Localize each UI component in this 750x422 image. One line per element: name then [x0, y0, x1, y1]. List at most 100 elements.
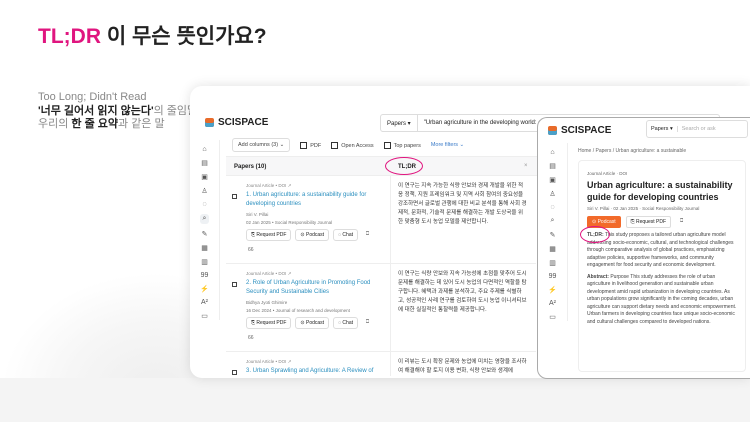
sidebar-icon[interactable]: ⌂	[550, 149, 554, 156]
tldr-cell: 이 리뷰는 도시 확장 문제와 농업에 미치는 영향을 조사하여 해결해야 할 …	[398, 359, 527, 374]
subtitle: Too Long; Didn't Read '너무 길어서 읽지 않는다'의 줄…	[38, 91, 197, 132]
bookmark-icon[interactable]: ⎕	[362, 317, 373, 329]
paper-authors: Bidhya Jyoti Ghimire	[246, 300, 288, 305]
more-filters-button[interactable]: More filters ⌄	[431, 142, 464, 148]
highlight-circle	[580, 226, 610, 243]
sidebar-icon[interactable]: ⌕	[551, 217, 555, 225]
subtitle-a: 우리의	[38, 118, 72, 130]
logo-icon	[205, 118, 214, 127]
sidebar: ⌂ ▤ ▣ ♙ ◌ ⌕ ✎ ▦ ▥ 99 ⚡ A² ▭	[538, 143, 568, 321]
close-column-icon[interactable]: ×	[524, 163, 528, 169]
sidebar-icon[interactable]: ▤	[549, 162, 556, 170]
row-checkbox[interactable]	[232, 282, 237, 287]
row-checkbox[interactable]	[232, 194, 237, 199]
abstract: Abstract: Purpose This study addresses t…	[587, 274, 737, 327]
sidebar-icon[interactable]: ▣	[549, 176, 556, 184]
abstract-text: Purpose This study addresses the role of…	[587, 273, 737, 325]
abstract-label: Abstract:	[587, 273, 609, 280]
subtitle-rest2: 과 같은 말	[118, 118, 165, 130]
search-type-select[interactable]: Papers ▾	[647, 126, 678, 132]
results-list: Journal Article • DOI ↗ 1. Urban agricul…	[226, 176, 536, 378]
page-headline: TL;DR 이 무슨 뜻인가요?	[38, 20, 267, 50]
chat-button[interactable]: ◌ Chat	[333, 229, 358, 241]
paper-title-link[interactable]: 3. Urban Sprawling and Agriculture: A Re…	[246, 367, 376, 376]
breadcrumb[interactable]: Home / Papers / Urban agriculture: a sus…	[578, 148, 686, 154]
headline-rest: 이 무슨 뜻인가요?	[100, 25, 267, 48]
highlight-circle	[385, 157, 423, 175]
search-input[interactable]: Search or ask	[678, 126, 720, 132]
paper-detail-card: Journal Article · DOI Urban agriculture:…	[578, 160, 746, 372]
paper-byline: Siri V. Pillai · 02 Jan 2025 · Social Re…	[587, 206, 700, 211]
paper-detail-window: SCISPACE Papers ▾ Search or ask ⌂ ▤ ▣ ♙ ◌ ⌕ ✎ ▦ ▥…	[537, 117, 750, 379]
sidebar-icon[interactable]: ♙	[201, 187, 207, 195]
sidebar-icon[interactable]: 99	[201, 272, 209, 279]
paper-title: Urban agriculture: a sustainability guid…	[587, 180, 733, 202]
chat-button[interactable]: ◌ Chat	[333, 317, 358, 329]
sidebar-icon[interactable]: ◌	[202, 201, 206, 208]
brand-name: SCISPACE	[218, 117, 269, 128]
podcast-button[interactable]: ⊙ Podcast	[295, 317, 330, 329]
subtitle-bold: '너무 길어서 읽지 않는다'	[38, 104, 154, 117]
open-access-filter[interactable]: Open Access	[331, 142, 373, 149]
brand-name: SCISPACE	[561, 125, 612, 136]
request-pdf-button[interactable]: ⎘ Request PDF	[246, 229, 292, 241]
sidebar-icon[interactable]: ✎	[550, 231, 556, 239]
table-row: Journal Article • DOI ↗ 1. Urban agricul…	[226, 176, 536, 264]
sidebar-icon[interactable]: ⌕	[199, 214, 210, 224]
scispace-logo[interactable]: SCISPACE	[548, 125, 611, 136]
sidebar-icon[interactable]: ▦	[201, 244, 208, 252]
sidebar-icon[interactable]: ▥	[549, 259, 556, 267]
sidebar-icon[interactable]: ▭	[201, 312, 208, 320]
paper-date-journal: 16 Dec 2024 • Journal of research and de…	[246, 308, 350, 313]
sidebar-icon[interactable]: A²	[549, 300, 556, 307]
paper-meta: Journal Article • DOI ↗	[246, 359, 292, 364]
sidebar-icon[interactable]: ▥	[201, 258, 208, 266]
logo-icon	[548, 126, 557, 135]
papers-column-header[interactable]: Papers (10)	[234, 164, 266, 170]
subtitle-bold2: 한 줄 요약	[71, 118, 119, 130]
paper-title-link[interactable]: 1. Urban agriculture: a sustainability g…	[246, 191, 376, 209]
sidebar-icon[interactable]: A²	[201, 299, 208, 306]
paper-meta: Journal Article • DOI ↗	[246, 183, 292, 188]
sidebar-icon[interactable]: ⚡	[548, 286, 557, 294]
paper-date-journal: 02 Jan 2025 • Social Responsibility Jour…	[246, 220, 333, 225]
podcast-button[interactable]: ⊙ Podcast	[295, 229, 330, 241]
paper-type: Journal Article · DOI	[587, 171, 628, 176]
sidebar-icon[interactable]: ▦	[549, 245, 556, 253]
row-checkbox[interactable]	[232, 370, 237, 375]
paper-title-link[interactable]: 2. Role of Urban Agriculture in Promotin…	[246, 279, 376, 297]
table-row: Journal Article • DOI ↗ 2. Role of Urban…	[226, 264, 536, 352]
search-type-select[interactable]: Papers ▾	[381, 115, 418, 131]
top-papers-filter[interactable]: Top papers	[384, 142, 421, 149]
sidebar-icon[interactable]: 99	[549, 273, 557, 280]
sidebar-icon[interactable]: ⚡	[200, 285, 209, 293]
sidebar-icon[interactable]: ▤	[201, 159, 208, 167]
bookmark-icon[interactable]: ⎕	[676, 216, 687, 228]
scispace-logo[interactable]: SCISPACE	[205, 117, 268, 128]
request-pdf-button[interactable]: ⎘ Request PDF	[625, 216, 672, 228]
headline-accent: TL;DR	[38, 25, 101, 48]
cite-button[interactable]: 66	[248, 247, 254, 253]
bookmark-icon[interactable]: ⎕	[362, 229, 373, 241]
filter-bar: Add columns (3) ⌄ PDF Open Access Top pa…	[232, 138, 464, 152]
pdf-filter[interactable]: PDF	[300, 142, 321, 149]
sidebar: ⌂ ▤ ▣ ♙ ◌ ⌕ ✎ ▦ ▥ 99 ⚡ A² ▭	[190, 140, 220, 320]
search-bar[interactable]: Papers ▾ Search or ask	[646, 120, 748, 138]
tldr-cell: 이 연구는 식량 안보와 지속 가능성에 초점을 맞추어 도시 문제를 해결하는…	[398, 271, 527, 313]
table-row: Journal Article • DOI ↗ 3. Urban Sprawli…	[226, 352, 536, 378]
cite-button[interactable]: 66	[248, 335, 254, 341]
sidebar-icon[interactable]: ▣	[201, 173, 208, 181]
request-pdf-button[interactable]: ⎘ Request PDF	[246, 317, 292, 329]
bottom-band	[0, 378, 750, 422]
add-columns-button[interactable]: Add columns (3) ⌄	[232, 138, 291, 152]
sidebar-icon[interactable]: ◌	[550, 204, 554, 211]
sidebar-icon[interactable]: ▭	[549, 313, 556, 321]
sidebar-icon[interactable]: ⌂	[202, 146, 206, 153]
paper-meta: Journal Article • DOI ↗	[246, 271, 292, 276]
tldr-summary: TL;DR: This study proposes a tailored ur…	[587, 232, 737, 270]
sidebar-icon[interactable]: ✎	[202, 230, 208, 238]
subtitle-line1: Too Long; Didn't Read	[38, 91, 147, 103]
tldr-cell: 이 연구는 지속 가능한 식량 안보와 경제 개발을 위한 적응 정책, 지원 …	[398, 183, 527, 225]
paper-authors: Siri V. Pillai	[246, 212, 269, 217]
sidebar-icon[interactable]: ♙	[549, 190, 555, 198]
